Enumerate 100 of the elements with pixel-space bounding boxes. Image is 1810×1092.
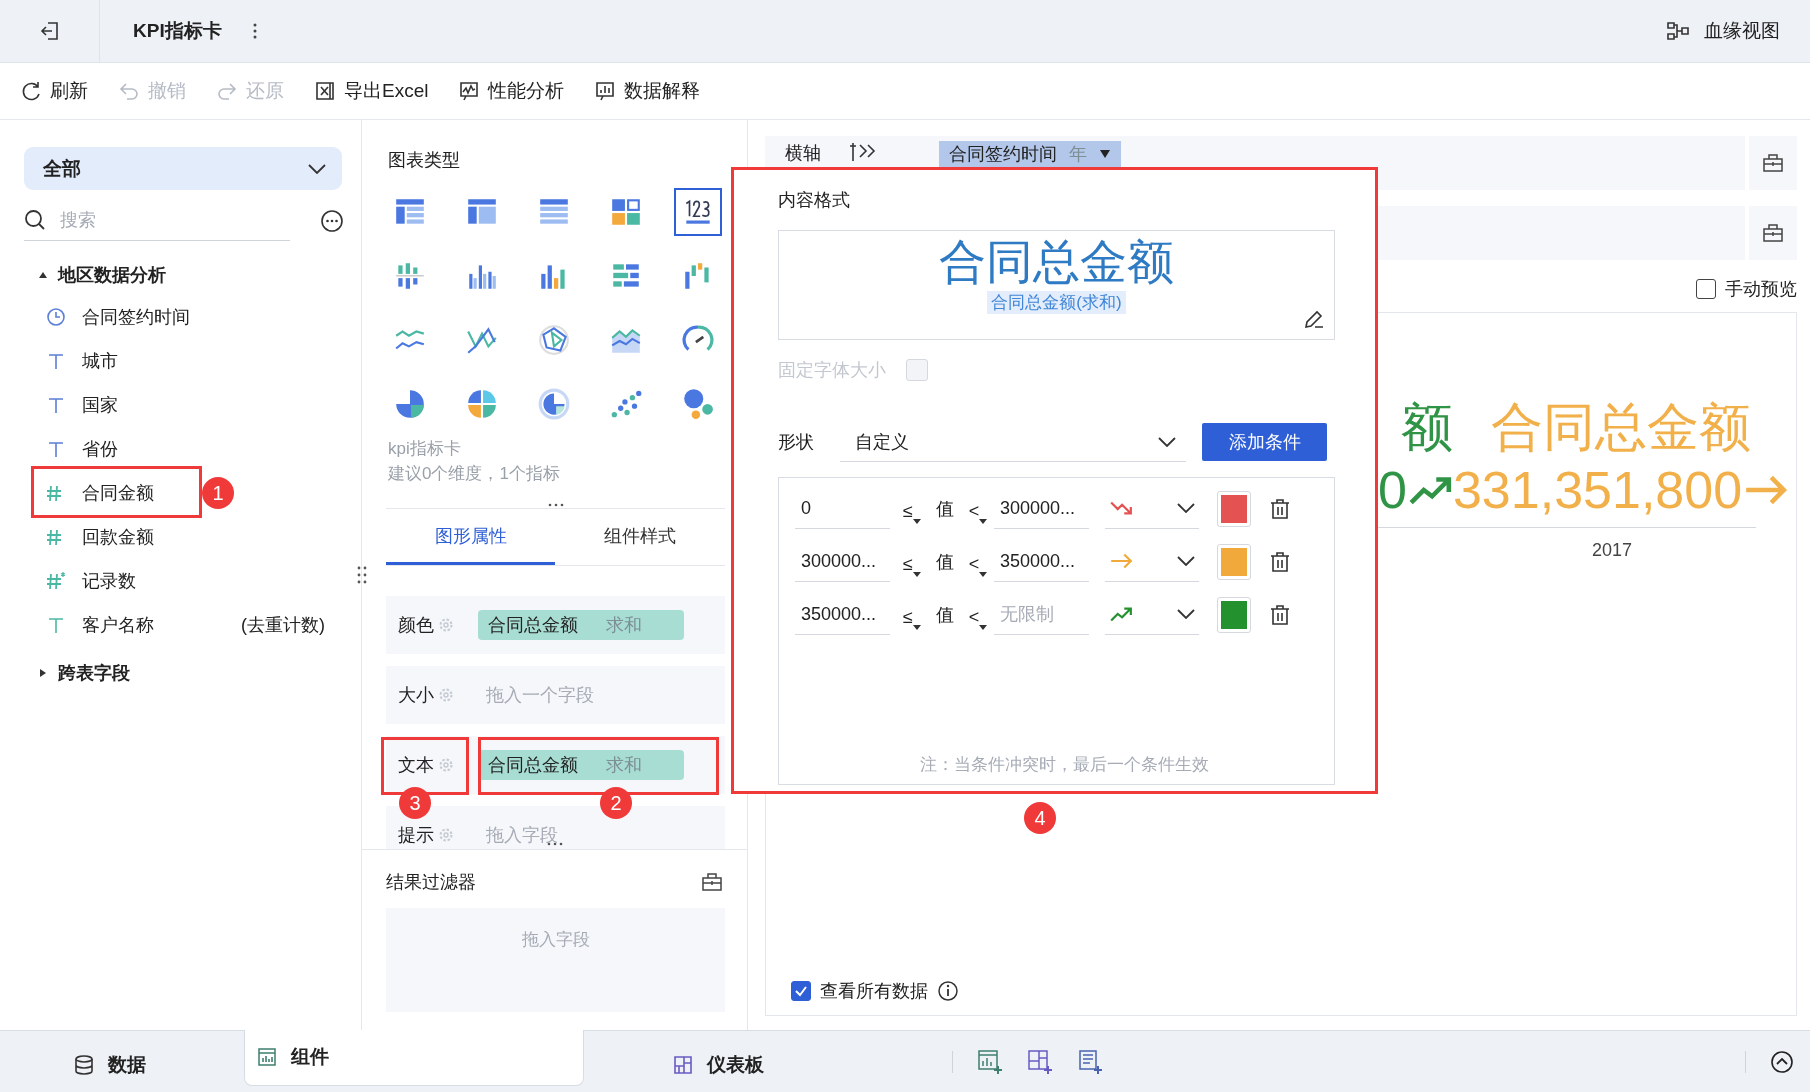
drag-handle-icon[interactable]: [357, 565, 367, 585]
view-all-data-checkbox[interactable]: 查看所有数据: [791, 979, 1796, 1003]
bottom-tab[interactable]: 数据: [0, 1037, 220, 1092]
value-label: 值: [936, 603, 954, 627]
report-title: KPI指标卡: [133, 19, 222, 43]
more-icon[interactable]: [320, 208, 344, 233]
property-label: 文本: [398, 754, 434, 777]
kpi-value: 331,351,800: [1452, 460, 1743, 521]
property-label: 大小: [398, 684, 434, 707]
folder-item[interactable]: 跨表字段: [24, 653, 341, 693]
max-value-field[interactable]: 350000...: [994, 541, 1089, 582]
kpi-title: 合同总金额: [1490, 397, 1751, 458]
tab[interactable]: 图形属性: [386, 509, 555, 565]
drop-placeholder: 拖入字段: [521, 929, 590, 951]
operator-dropdown[interactable]: ≤: [890, 595, 928, 634]
info-icon[interactable]: [937, 980, 959, 1002]
caret-down-icon: [912, 624, 921, 630]
field-name: 合同总金额: [488, 614, 578, 637]
lineage-icon: [1666, 21, 1690, 41]
field-pill[interactable]: 合同总金额 求和: [478, 610, 684, 640]
checkbox[interactable]: [791, 981, 811, 1001]
popover-title: 内容格式: [778, 189, 851, 212]
section-title: 图表类型: [388, 149, 461, 172]
min-value-field[interactable]: 0: [795, 488, 890, 529]
caret-down-icon: [979, 571, 988, 577]
field-item[interactable]: 客户名称 (去重计数): [24, 603, 341, 647]
field-item[interactable]: 城市: [24, 339, 126, 383]
export-icon: [314, 80, 336, 102]
field-item[interactable]: 合同金额: [24, 471, 162, 515]
chart-type-hint: 建议0个维度，1个指标: [388, 463, 561, 485]
search-field[interactable]: 搜索: [58, 208, 262, 232]
trash-icon[interactable]: [1269, 497, 1291, 520]
operator-dropdown[interactable]: <: [956, 542, 994, 581]
field-item[interactable]: 国家: [24, 383, 126, 427]
add-report-icon[interactable]: [1077, 1048, 1103, 1075]
caret-down-icon: [979, 518, 988, 524]
property-label: 颜色: [398, 614, 434, 637]
icon-cell[interactable]: [1749, 136, 1797, 190]
checkbox[interactable]: [1696, 279, 1716, 299]
min-value-field[interactable]: 300000...: [795, 541, 890, 582]
section-title: 结果过滤器: [386, 871, 476, 894]
collapse-up-icon[interactable]: [1770, 1049, 1794, 1074]
field-item[interactable]: 省份: [24, 427, 126, 471]
bottom-tab[interactable]: 仪表板: [608, 1037, 828, 1092]
aggregation-label: 求和: [606, 754, 642, 777]
trash-icon[interactable]: [1269, 603, 1291, 626]
refresh-icon: [20, 80, 42, 102]
add-layout-icon[interactable]: [1027, 1048, 1053, 1075]
field-item[interactable]: 记录数: [24, 559, 144, 603]
more-icon[interactable]: [251, 23, 258, 39]
clock-icon: [44, 307, 68, 327]
caret-down-icon: [979, 624, 988, 630]
icon-cell[interactable]: [1749, 206, 1797, 260]
value-label: 值: [936, 550, 954, 574]
dataset-dropdown[interactable]: 全部: [24, 147, 342, 190]
trash-icon[interactable]: [1269, 550, 1291, 573]
explain-icon: [594, 80, 617, 102]
field-item[interactable]: 合同签约时间: [24, 295, 198, 339]
folder-item[interactable]: 地区数据分析: [24, 255, 341, 295]
chevron-down-icon: [308, 163, 326, 174]
shape-dropdown[interactable]: 自定义: [840, 422, 1186, 462]
toolbar-button[interactable]: 性能分析: [458, 78, 565, 104]
number-type-icon: [44, 571, 68, 591]
tab[interactable]: 组件样式: [555, 509, 724, 565]
preview-title: 合同总金额: [939, 234, 1174, 290]
manual-preview-checkbox[interactable]: 手动预览: [1696, 274, 1797, 304]
toolbox-icon[interactable]: [701, 872, 723, 892]
field-pill[interactable]: 合同总金额 求和: [478, 750, 684, 780]
operator-dropdown[interactable]: ≤: [890, 542, 928, 581]
add-chart-icon[interactable]: [977, 1048, 1003, 1075]
field-pill[interactable]: 合同签约时间 年: [939, 141, 1121, 167]
drag-handle-icon[interactable]: [546, 502, 565, 508]
toolbar-button[interactable]: 导出Excel: [314, 78, 429, 104]
max-value-field[interactable]: 300000...: [994, 488, 1089, 529]
bar-chart-icon: [257, 1047, 277, 1067]
annotation-badge: 4: [1024, 802, 1056, 834]
rose-chart-icon: [465, 387, 499, 421]
condition-note: 注：当条件冲突时，最后一个条件生效: [919, 754, 1210, 776]
toolbox-icon: [1762, 153, 1784, 173]
operator-dropdown[interactable]: ≤: [890, 489, 928, 528]
ring-chart-icon: [537, 387, 571, 421]
add-condition-button[interactable]: 添加条件: [1202, 423, 1327, 461]
operator-dropdown[interactable]: <: [956, 489, 994, 528]
min-value-field[interactable]: 350000...: [795, 594, 890, 635]
drag-handle-icon[interactable]: [545, 841, 564, 847]
chart-type-button[interactable]: [674, 188, 722, 236]
axis-tick-label: 2017: [1592, 540, 1633, 561]
field-item[interactable]: 回款金额: [24, 515, 162, 559]
chevron-down-icon: [1177, 503, 1195, 513]
radar-chart-icon: [537, 323, 571, 357]
exit-icon: [38, 20, 61, 42]
operator-dropdown[interactable]: <: [956, 595, 994, 634]
lineage-view-button[interactable]: 血缘视图: [1666, 18, 1780, 44]
chart-type-name: kpi指标卡: [388, 438, 462, 460]
toolbar-button[interactable]: 数据解释: [594, 78, 701, 104]
bubble-chart-icon: [681, 387, 715, 421]
bottom-tab[interactable]: 组件: [244, 1029, 584, 1086]
toolbar-button[interactable]: 刷新: [20, 78, 88, 104]
field-name: 合同总金额: [488, 754, 578, 777]
preview-field-tag: 合同总金额(求和): [987, 291, 1126, 314]
